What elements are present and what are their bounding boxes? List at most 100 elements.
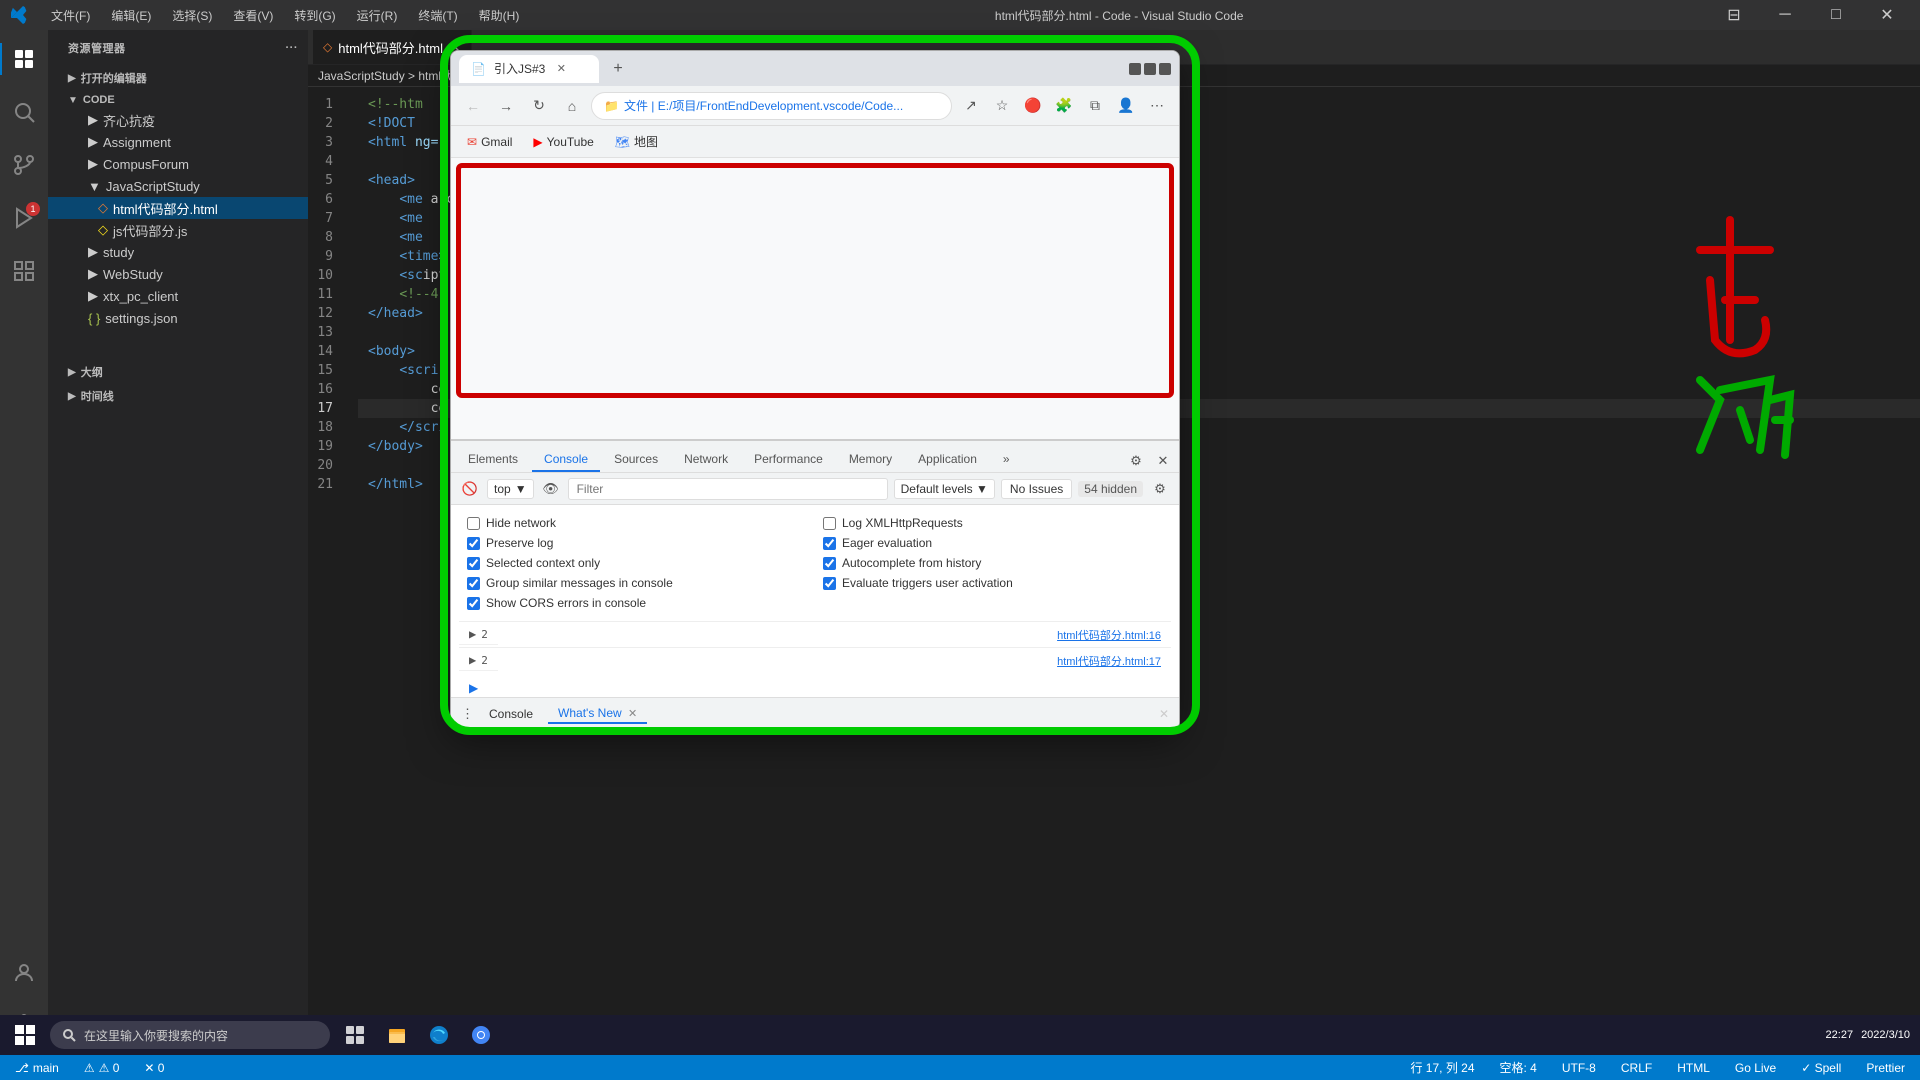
extension2-icon[interactable]: 🧩 (1050, 92, 1078, 120)
outline-section[interactable]: ▶ 大纲 (48, 359, 308, 383)
share-icon[interactable]: ↗ (957, 92, 985, 120)
close-button[interactable]: ✕ (1864, 0, 1910, 30)
taskbar-icon-explorer[interactable] (377, 1015, 417, 1055)
devtools-footer-icon[interactable]: ⋮ (461, 706, 474, 722)
console-prompt[interactable]: ▶ (459, 678, 1171, 697)
sidebar-item-assignment[interactable]: ▶ Assignment (48, 131, 308, 153)
editor-tab-html[interactable]: ◇ html代码部分.html ✕ (313, 30, 472, 64)
taskbar-icon-edge[interactable] (419, 1015, 459, 1055)
footer-tab-whatsnew[interactable]: What's New ✕ (548, 704, 647, 724)
sidebar-item-webstudy[interactable]: ▶ WebStudy (48, 263, 308, 285)
expand-icon[interactable]: ▶ (469, 653, 476, 667)
activity-search-icon[interactable] (0, 88, 48, 136)
log-xml-checkbox[interactable] (823, 517, 836, 530)
extension3-icon[interactable]: ⧉ (1081, 92, 1109, 120)
devtools-close-btn[interactable]: ✕ (1159, 707, 1169, 721)
issues-button[interactable]: No Issues (1001, 479, 1072, 499)
devtools-tab-application[interactable]: Application (906, 448, 989, 472)
devtools-tab-more[interactable]: » (991, 448, 1022, 472)
menu-goto[interactable]: 转到(G) (286, 5, 343, 26)
sidebar-item-study[interactable]: ▶ study (48, 241, 308, 263)
bookmark-youtube[interactable]: ▶ YouTube (525, 133, 601, 151)
menu-edit[interactable]: 编辑(E) (103, 5, 159, 26)
taskbar-icon-task-view[interactable] (335, 1015, 375, 1055)
git-branch-item[interactable]: ⎇ main (10, 1055, 64, 1080)
devtools-settings-icon[interactable]: ⚙ (1125, 450, 1147, 472)
menu-select[interactable]: 选择(S) (164, 5, 220, 26)
evaluate-triggers-checkbox[interactable] (823, 577, 836, 590)
taskbar-icon-chrome[interactable] (461, 1015, 501, 1055)
code-section[interactable]: ▼ CODE (48, 89, 308, 109)
expand-icon[interactable]: ▶ (469, 627, 476, 641)
group-similar-checkbox[interactable] (467, 577, 480, 590)
sidebar-more-icon[interactable]: ··· (286, 42, 299, 54)
cursor-position[interactable]: 行 17, 列 24 (1405, 1055, 1479, 1080)
clear-console-icon[interactable]: 🚫 (459, 478, 481, 500)
sidebar-item-javascript-study[interactable]: ▼ JavaScriptStudy (48, 175, 308, 197)
filter-input[interactable] (568, 478, 888, 500)
source-link-2[interactable]: html代码部分.html:17 (1047, 651, 1171, 671)
menu-view[interactable]: 查看(V) (225, 5, 281, 26)
devtools-tab-network[interactable]: Network (672, 448, 740, 472)
refresh-button[interactable]: ↻ (525, 92, 553, 120)
eager-eval-checkbox[interactable] (823, 537, 836, 550)
devtools-tab-performance[interactable]: Performance (742, 448, 835, 472)
devtools-close-icon[interactable]: ✕ (1152, 450, 1174, 472)
activity-explorer-icon[interactable] (0, 35, 48, 83)
timeline-section[interactable]: ▶ 时间线 (48, 383, 308, 407)
profile-icon[interactable]: 👤 (1112, 92, 1140, 120)
golive-button[interactable]: Go Live (1730, 1055, 1781, 1080)
layout-icon[interactable]: ⊟ (1711, 0, 1757, 30)
browser-tab-active[interactable]: 📄 引入JS#3 ✕ (459, 55, 599, 83)
level-selector[interactable]: Default levels ▼ (894, 479, 995, 499)
browser-tab-close-button[interactable]: ✕ (553, 61, 569, 77)
language-mode[interactable]: HTML (1672, 1055, 1715, 1080)
footer-tab-console[interactable]: Console (479, 705, 543, 723)
autocomplete-checkbox[interactable] (823, 557, 836, 570)
errors-item[interactable]: ⚠ ⚠ 0 (79, 1055, 125, 1080)
menu-terminal[interactable]: 终端(T) (410, 5, 465, 26)
devtools-tab-memory[interactable]: Memory (837, 448, 904, 472)
sidebar-item-js-file[interactable]: ◇ js代码部分.js (48, 219, 308, 241)
source-link-1[interactable]: html代码部分.html:16 (1047, 625, 1171, 645)
sidebar-item-compus[interactable]: ▶ CompusForum (48, 153, 308, 175)
bookmark-gmail[interactable]: ✉ Gmail (459, 133, 520, 151)
devtools-tab-console[interactable]: Console (532, 448, 600, 472)
activity-extensions-icon[interactable] (0, 247, 48, 295)
taskbar-search[interactable]: 在这里输入你要搜索的内容 (50, 1021, 330, 1049)
address-bar[interactable]: 📁 文件 | E:/项目/FrontEndDevelopment.vscode/… (591, 92, 952, 120)
back-button[interactable]: ← (459, 92, 487, 120)
cors-errors-checkbox[interactable] (467, 597, 480, 610)
bookmark-icon[interactable]: ☆ (988, 92, 1016, 120)
devtools-tab-sources[interactable]: Sources (602, 448, 670, 472)
activity-debug-icon[interactable]: 1 (0, 194, 48, 242)
menu-help[interactable]: 帮助(H) (471, 5, 528, 26)
hide-network-checkbox[interactable] (467, 517, 480, 530)
prettier[interactable]: Prettier (1861, 1055, 1910, 1080)
indent-setting[interactable]: 空格: 4 (1495, 1055, 1542, 1080)
devtools-tab-elements[interactable]: Elements (456, 448, 530, 472)
sidebar-item-xtx[interactable]: ▶ xtx_pc_client (48, 285, 308, 307)
new-tab-button[interactable]: + (604, 55, 632, 83)
maximize-button[interactable]: □ (1813, 0, 1859, 30)
devtools-gear-icon[interactable]: ⚙ (1149, 478, 1171, 500)
console-eye-icon[interactable]: 👁 (540, 478, 562, 500)
menu-file[interactable]: 文件(F) (43, 5, 98, 26)
bookmark-map[interactable]: 🗺 地图 (607, 131, 666, 152)
open-editors-section[interactable]: ▶ 打开的编辑器 (48, 65, 308, 89)
maximize-icon[interactable] (1144, 63, 1156, 75)
spell-check[interactable]: ✓ Spell (1796, 1055, 1846, 1080)
preserve-log-checkbox[interactable] (467, 537, 480, 550)
selected-context-checkbox[interactable] (467, 557, 480, 570)
sidebar-item-settings[interactable]: { } settings.json (48, 307, 308, 329)
activity-git-icon[interactable] (0, 141, 48, 189)
sidebar-item-html-file[interactable]: ◇ html代码部分.html (48, 197, 308, 219)
start-button[interactable] (0, 1015, 50, 1055)
menu-run[interactable]: 运行(R) (349, 5, 406, 26)
line-ending[interactable]: CRLF (1616, 1055, 1657, 1080)
minimize-icon[interactable] (1129, 63, 1141, 75)
context-selector[interactable]: top ▼ (487, 479, 534, 499)
extension1-icon[interactable]: 🔴 (1019, 92, 1047, 120)
activity-account-icon[interactable] (0, 949, 48, 997)
home-button[interactable]: ⌂ (558, 92, 586, 120)
